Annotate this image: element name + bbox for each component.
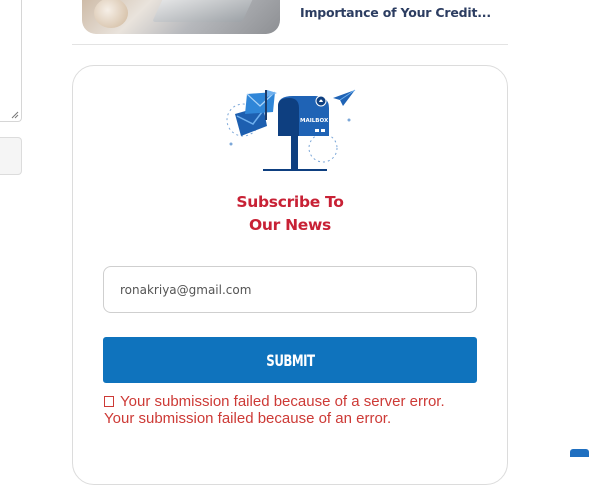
newsletter-card: MAILBOX Subscribe To Our News SUBMIT You…	[72, 65, 508, 485]
submit-button[interactable]: SUBMIT	[103, 337, 477, 383]
newsletter-heading-line2: Our News	[249, 216, 331, 234]
comment-textarea[interactable]	[0, 0, 22, 122]
email-input[interactable]	[103, 266, 477, 313]
resize-handle-icon[interactable]	[11, 111, 19, 119]
newsletter-heading: Subscribe To Our News	[73, 191, 507, 237]
coffee-mug-image	[94, 0, 128, 28]
related-post-title[interactable]: Importance of Your Credit...	[300, 5, 500, 20]
error-line-server: Your submission failed because of a serv…	[104, 393, 504, 410]
error-text-server: Your submission failed because of a serv…	[120, 393, 445, 410]
mailbox-label: MAILBOX	[300, 118, 329, 124]
error-message: Your submission failed because of a serv…	[104, 393, 504, 427]
related-post-thumbnail[interactable]	[82, 0, 280, 34]
divider	[72, 44, 508, 45]
newsletter-heading-line1: Subscribe To	[236, 193, 344, 211]
laptop-image	[152, 0, 258, 22]
error-line-general: Your submission failed because of an err…	[104, 410, 392, 427]
comment-name-field[interactable]	[0, 137, 22, 175]
submit-button-label: SUBMIT	[265, 350, 315, 370]
scroll-to-top-button[interactable]	[570, 449, 589, 457]
mailbox-icon: MAILBOX	[226, 89, 356, 171]
error-icon	[104, 396, 114, 407]
